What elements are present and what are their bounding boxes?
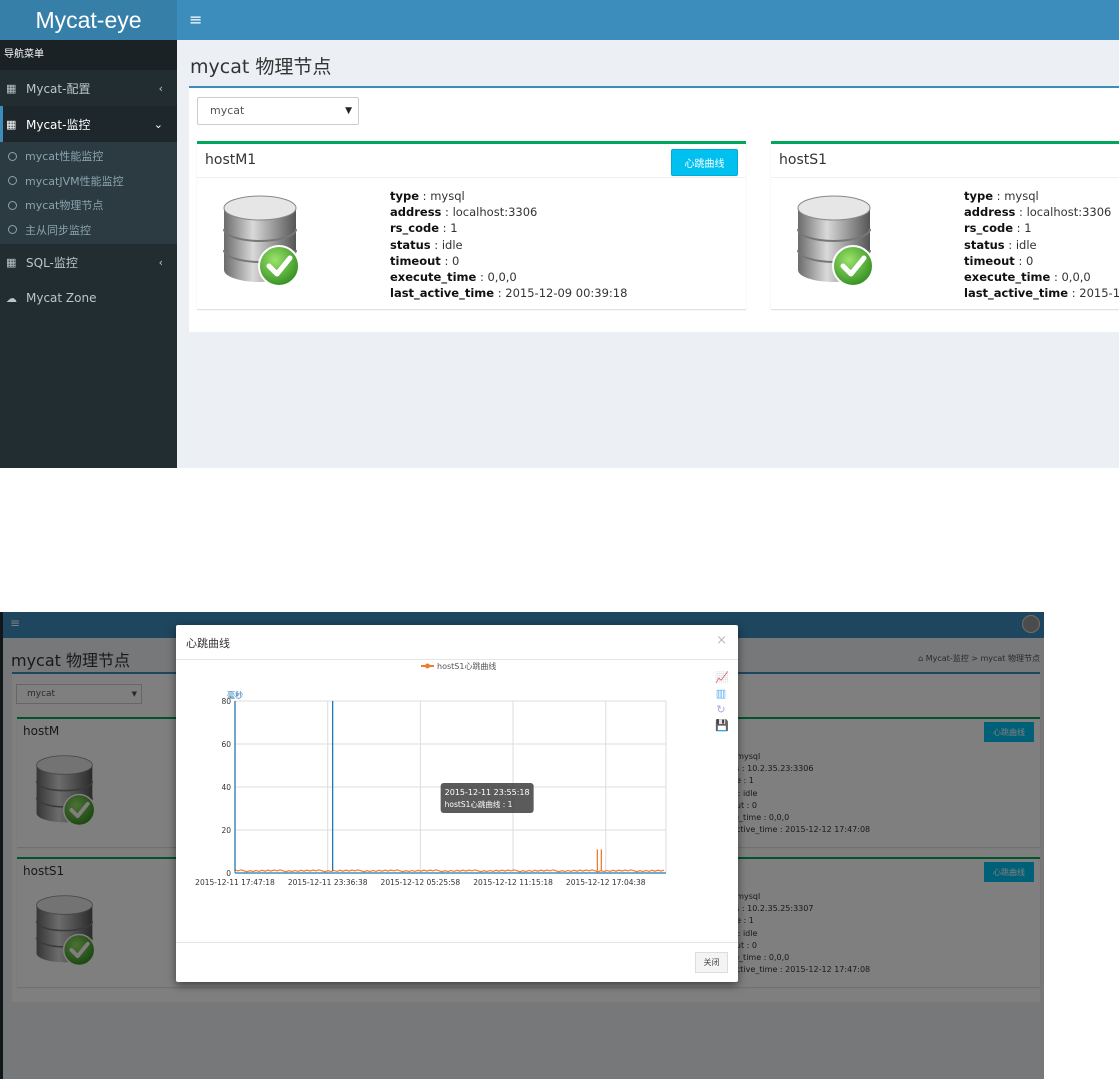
database-ok-icon <box>222 194 302 289</box>
circle-icon <box>8 151 17 161</box>
page-title: mycat 物理节点 <box>190 56 332 78</box>
y-tick-label: 80 <box>221 697 231 706</box>
circle-icon <box>8 225 17 235</box>
menu-toggle-icon[interactable]: ≡ <box>189 10 202 29</box>
save-icon[interactable]: 💾 <box>715 719 729 732</box>
grid-icon: ▦ <box>6 81 17 95</box>
screenshot-top: Mycat-eye ≡ 导航菜单 ▦ Mycat-配置 ‹ ▦ Mycat-监控… <box>0 0 1119 468</box>
x-tick-label: 2015-12-11 17:47:18 <box>195 878 275 887</box>
close-button[interactable]: 关闭 <box>695 952 728 973</box>
x-tick-label: 2015-12-11 23:36:38 <box>288 878 368 887</box>
modal-title: 心跳曲线 <box>186 637 230 650</box>
chevron-down-icon: ⌄ <box>153 117 163 131</box>
submenu-label: mycatJVM性能监控 <box>25 174 124 188</box>
heartbeat-curve-button[interactable]: 心跳曲线 <box>671 149 738 176</box>
x-tick-label: 2015-12-12 11:15:18 <box>473 878 553 887</box>
host-name: hostM1 <box>205 152 257 168</box>
sidebar-header: 导航菜单 <box>0 40 177 70</box>
refresh-icon[interactable]: ↻ <box>715 703 727 716</box>
y-tick-label: 20 <box>221 826 231 835</box>
main-content: mycat 物理节点 mycat ▼ hostM1 心跳曲线 type: my… <box>177 40 1119 468</box>
sidebar-submenu: mycat性能监控 mycatJVM性能监控 mycat物理节点 主从同步监控 <box>0 142 177 244</box>
y-tick-label: 60 <box>221 740 231 749</box>
tooltip-time: 2015-12-11 23:55:18 <box>445 788 530 797</box>
close-icon[interactable]: × <box>716 633 727 648</box>
cloud-icon: ☁ <box>6 291 17 305</box>
y-tick-label: 40 <box>221 783 231 792</box>
prop-rs-code: rs_code : 1 <box>390 221 458 236</box>
prop-timeout: timeout : 0 <box>964 253 1034 268</box>
host-properties: type : mysql address : localhost:3306 rs… <box>964 188 1119 301</box>
grid-icon: ▦ <box>6 117 17 131</box>
prop-execute-time: execute_time : 0,0,0 <box>390 270 517 285</box>
line-chart-icon[interactable]: 📈 <box>715 671 729 684</box>
sidebar-item-sql-monitor[interactable]: ▦ SQL-监控 ‹ <box>0 244 177 280</box>
circle-icon <box>8 200 17 210</box>
chevron-left-icon: ‹ <box>158 81 163 95</box>
sidebar: 导航菜单 ▦ Mycat-配置 ‹ ▦ Mycat-监控 ⌄ mycat性能监控… <box>0 40 177 468</box>
prop-last-active-time: last_active_time : 2015-12-09 00:39:18 <box>390 286 628 301</box>
prop-type: type : mysql <box>390 189 465 203</box>
grid-icon: ▦ <box>6 255 17 269</box>
prop-status: status : idle <box>964 237 1037 252</box>
sidebar-item-mycat-zone[interactable]: ☁ Mycat Zone <box>0 280 177 316</box>
prop-rs-code: rs_code : 1 <box>964 221 1032 236</box>
submenu-item-replication[interactable]: 主从同步监控 <box>0 218 177 243</box>
prop-execute-time: execute_time : 0,0,0 <box>964 270 1091 285</box>
prop-address: address : localhost:3306 <box>390 205 538 220</box>
x-tick-label: 2015-12-12 05:25:58 <box>381 878 461 887</box>
modal-footer: 关闭 <box>176 942 738 982</box>
submenu-item-physical-node[interactable]: mycat物理节点 <box>0 193 177 218</box>
select-value: mycat <box>210 104 245 117</box>
series-line <box>234 869 665 873</box>
host-card-header: hostS1 <box>771 144 1119 178</box>
heartbeat-modal: 心跳曲线 × hostS1心跳曲线 毫秒 0 20 40 60 80 2015-12-11 1… <box>176 625 738 982</box>
x-tick-label: 2015-12-12 17:04:38 <box>566 878 646 887</box>
bar-chart-icon[interactable]: ▥ <box>715 687 727 700</box>
submenu-item-jvm[interactable]: mycatJVM性能监控 <box>0 169 177 194</box>
sidebar-item-mycat-config[interactable]: ▦ Mycat-配置 ‹ <box>0 70 177 106</box>
prop-address: address : localhost:3306 <box>964 205 1112 220</box>
prop-type: type : mysql <box>964 189 1039 203</box>
legend-label: hostS1心跳曲线 <box>437 661 496 671</box>
sidebar-item-mycat-monitor[interactable]: ▦ Mycat-监控 ⌄ <box>0 106 177 142</box>
host-name: hostS1 <box>779 152 828 168</box>
datasource-select[interactable]: mycat ▼ <box>197 97 359 125</box>
host-properties: type : mysql address : localhost:3306 rs… <box>390 188 627 301</box>
submenu-label: mycat物理节点 <box>25 199 104 213</box>
modal-header: 心跳曲线 × <box>176 625 738 660</box>
host-card-header: hostM1 心跳曲线 <box>197 144 746 178</box>
caret-down-icon: ▼ <box>345 106 352 116</box>
sidebar-item-label: Mycat Zone <box>26 291 97 305</box>
host-card: hostM1 心跳曲线 type: mysql address: local… <box>197 141 746 309</box>
prop-status: status : idle <box>390 237 463 252</box>
circle-icon <box>8 176 17 186</box>
sidebar-item-label: Mycat-配置 <box>26 81 91 96</box>
submenu-label: 主从同步监控 <box>25 223 91 237</box>
legend-marker <box>425 663 430 669</box>
app-logo[interactable]: Mycat-eye <box>0 0 177 40</box>
heartbeat-chart: hostS1心跳曲线毫秒0204060802015-12-11 17:47:18… <box>195 661 667 887</box>
top-navbar: ≡ <box>177 0 1119 40</box>
sidebar-item-label: Mycat-监控 <box>26 117 91 132</box>
host-card: hostS1 type : mysql address : localhost:… <box>771 141 1119 309</box>
prop-last-active-time: last_active_time : 2015-12-0 <box>964 286 1119 301</box>
prop-timeout: timeout : 0 <box>390 253 460 268</box>
chevron-left-icon: ‹ <box>158 255 163 269</box>
database-ok-icon <box>796 194 876 289</box>
submenu-label: mycat性能监控 <box>25 150 104 164</box>
screenshot-bottom: ≡ mycat 物理节点 ⌂ Mycat-监控 > mycat 物理节点 myc… <box>0 612 1044 1079</box>
content-box: mycat ▼ hostM1 心跳曲线 type: mysql address… <box>189 86 1119 332</box>
y-tick-label: 0 <box>226 869 231 878</box>
tooltip-value: hostS1心跳曲线 : 1 <box>445 799 513 809</box>
sidebar-item-label: SQL-监控 <box>26 255 78 270</box>
submenu-item-perf[interactable]: mycat性能监控 <box>0 144 177 169</box>
